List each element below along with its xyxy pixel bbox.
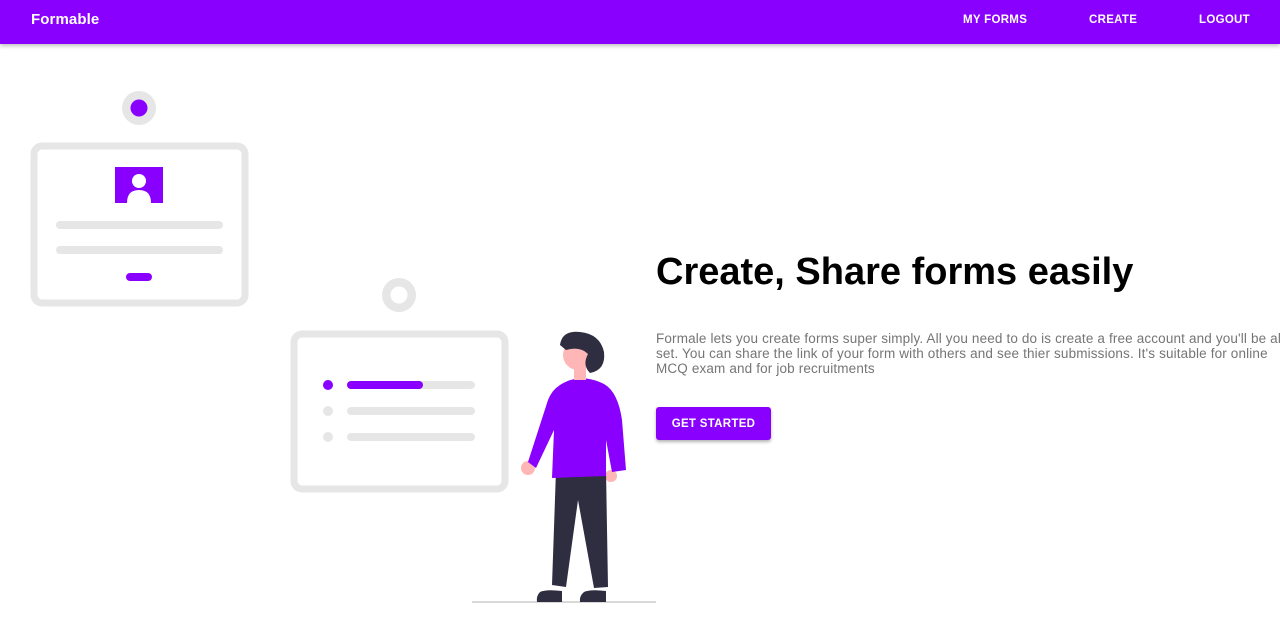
- hero-section: Create, Share forms easily Formale lets …: [656, 250, 1280, 440]
- profile-card-illustration: [30, 91, 249, 307]
- list-bullet-1: [323, 380, 333, 390]
- person-hand-right: [605, 470, 617, 482]
- card-pin-inner: [130, 99, 148, 117]
- list-progress-1: [347, 381, 423, 389]
- avatar-head: [132, 174, 146, 188]
- hero-illustration: [30, 91, 656, 603]
- brand-logo[interactable]: Formable: [31, 11, 99, 28]
- form-card-illustration: [290, 278, 509, 493]
- person-pants: [552, 470, 608, 588]
- get-started-button[interactable]: GET STARTED: [656, 407, 771, 440]
- form-pin-inner: [390, 286, 408, 304]
- list-track-2: [347, 407, 475, 415]
- list-bullet-3: [323, 432, 333, 442]
- card-line-2: [56, 246, 223, 254]
- nav-create[interactable]: CREATE: [1089, 14, 1137, 26]
- hero-description: Formale lets you create forms super simp…: [656, 331, 1280, 376]
- nav-logout[interactable]: LOGOUT: [1199, 14, 1250, 26]
- person-shoe-right: [579, 590, 606, 602]
- hero-title: Create, Share forms easily: [656, 251, 1134, 293]
- card-line-1: [56, 221, 223, 229]
- top-navbar: Formable MY FORMS CREATE LOGOUT: [0, 0, 1280, 44]
- card-accent-pill: [126, 273, 152, 281]
- person-shoe-left: [536, 590, 562, 602]
- person-shirt: [528, 378, 626, 478]
- list-track-3: [347, 433, 475, 441]
- list-bullet-2: [323, 406, 333, 416]
- nav-my-forms[interactable]: MY FORMS: [963, 14, 1027, 26]
